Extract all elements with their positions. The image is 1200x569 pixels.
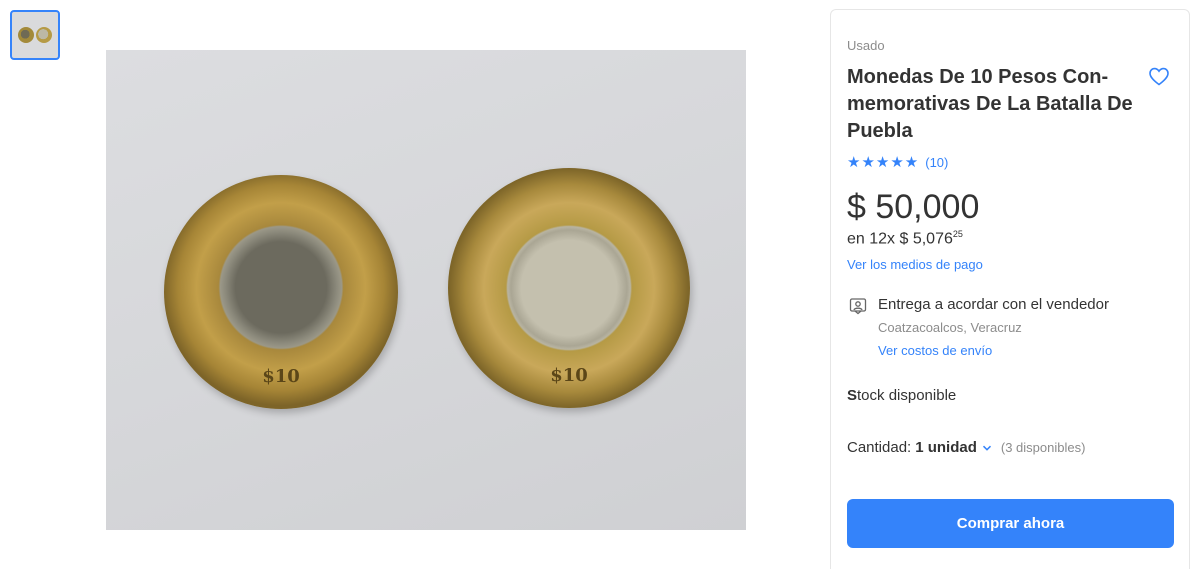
payment-methods-link[interactable]: Ver los medios de pago [847,257,983,272]
installments-cents: 25 [952,229,963,239]
stock-initial: S [847,387,858,404]
buy-box: Usado Monedas De 10 Pesos Con-memorativa… [830,9,1190,569]
thumbnail-coin-right [36,27,52,43]
installments-amount: en 12x $ 5,076 [847,230,953,248]
rating-stars: ★★★★★ [847,154,920,171]
quantity-available: (3 disponibles) [1000,440,1086,455]
delivery-info: Entrega a acordar con el vendedor [878,296,1109,313]
thumbnail-coin-left [18,27,34,43]
quantity-selector[interactable]: Cantidad: 1 unidad (3 disponibles) [847,439,1085,456]
stock-text: tock disponible [857,387,957,404]
coin-right-denomination: $10 [550,365,588,386]
heart-icon[interactable] [1147,64,1171,88]
price: $ 50,000 [847,188,980,226]
installments: en 12x $ 5,07625 [847,229,963,248]
quantity-value[interactable]: 1 unidad [915,439,977,456]
item-condition: Usado [847,38,885,53]
rating[interactable]: ★★★★★ (10) [847,153,948,171]
stock-status: Stock disponible [847,387,956,404]
product-title: Monedas De 10 Pesos Con-memorativas De L… [847,66,1133,142]
coin-left-denomination: $10 [262,366,300,387]
buy-now-button[interactable]: Comprar ahora [847,499,1174,548]
coin-right: $10 [448,168,690,408]
gallery-thumbnail[interactable] [10,10,60,60]
person-card-icon [849,298,867,315]
shipping-costs-link[interactable]: Ver costos de envío [878,343,992,358]
coin-left: $10 [164,175,398,409]
quantity-label: Cantidad: [847,439,912,456]
chevron-down-icon[interactable] [981,442,993,454]
reviews-count[interactable]: (10) [925,155,948,170]
seller-location: Coatzacoalcos, Veracruz [878,320,1022,335]
main-product-image[interactable]: $10 $10 [106,50,746,530]
